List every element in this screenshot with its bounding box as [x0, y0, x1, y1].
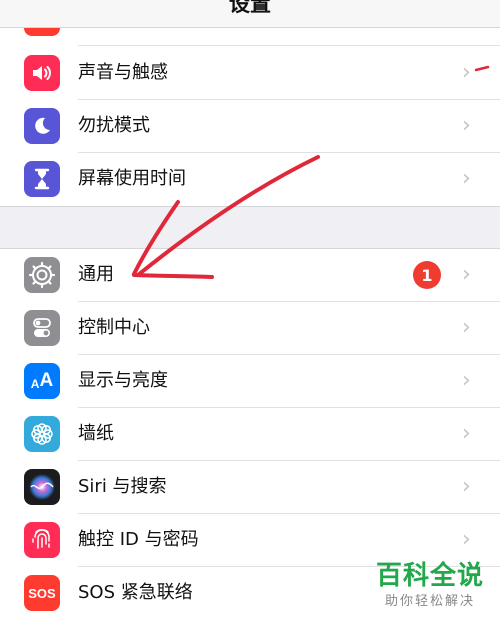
- chevron-right-icon: ›: [462, 113, 471, 138]
- nav-bar: 设置: [0, 0, 500, 28]
- row-control-center[interactable]: 控制中心 ›: [0, 302, 500, 355]
- toggles-icon: [24, 310, 60, 346]
- row-sounds[interactable]: 声音与触感 ›: [0, 47, 500, 100]
- settings-group-1: 声音与触感 › 勿扰模式 › 屏幕使用时间 ›: [0, 28, 500, 206]
- chevron-right-icon: ›: [462, 527, 471, 552]
- row-label: 声音与触感: [78, 62, 168, 83]
- text-size-icon: AA: [24, 363, 60, 399]
- chevron-right-icon: ›: [462, 262, 471, 287]
- watermark-subtitle: 助你轻松解决: [384, 594, 475, 609]
- row-wallpaper[interactable]: 墙纸 ›: [0, 408, 500, 461]
- section-gap: [0, 206, 500, 248]
- sos-icon: SOS: [24, 575, 60, 611]
- row-display-brightness[interactable]: AA 显示与亮度 ›: [0, 355, 500, 408]
- chevron-right-icon: ›: [462, 474, 471, 499]
- row-screen-time[interactable]: 屏幕使用时间 ›: [0, 153, 500, 206]
- watermark: 百科全说 助你轻松解决: [362, 560, 498, 612]
- row-label: 控制中心: [78, 317, 150, 338]
- watermark-title: 百科全说: [375, 561, 484, 591]
- notification-icon: [24, 28, 60, 36]
- fingerprint-icon: [24, 522, 60, 558]
- gear-icon: [24, 257, 60, 293]
- moon-icon: [24, 108, 60, 144]
- row-general[interactable]: 通用 1 ›: [0, 249, 500, 302]
- hourglass-icon: [24, 161, 60, 197]
- chevron-right-icon: ›: [462, 315, 471, 340]
- chevron-right-icon: ›: [462, 166, 471, 191]
- divider: [78, 45, 500, 46]
- chevron-right-icon: ›: [462, 368, 471, 393]
- speaker-icon: [24, 55, 60, 91]
- notification-badge: 1: [413, 261, 441, 289]
- row-label: 勿扰模式: [78, 115, 150, 136]
- row-label: 屏幕使用时间: [78, 168, 186, 189]
- chevron-right-icon: ›: [462, 421, 471, 446]
- row-label: 墙纸: [78, 423, 114, 444]
- row-label: 触控 ID 与密码: [78, 529, 199, 550]
- row-label: 通用: [78, 264, 114, 285]
- siri-icon: [24, 469, 60, 505]
- row-label: 显示与亮度: [78, 370, 168, 391]
- chevron-right-icon: ›: [462, 60, 471, 85]
- row-label: SOS 紧急联络: [78, 582, 193, 603]
- flower-icon: [24, 416, 60, 452]
- row-do-not-disturb[interactable]: 勿扰模式 ›: [0, 100, 500, 153]
- row-siri-search[interactable]: Siri 与搜索 ›: [0, 461, 500, 514]
- row-label: Siri 与搜索: [78, 476, 167, 497]
- page-title: 设置: [229, 0, 271, 16]
